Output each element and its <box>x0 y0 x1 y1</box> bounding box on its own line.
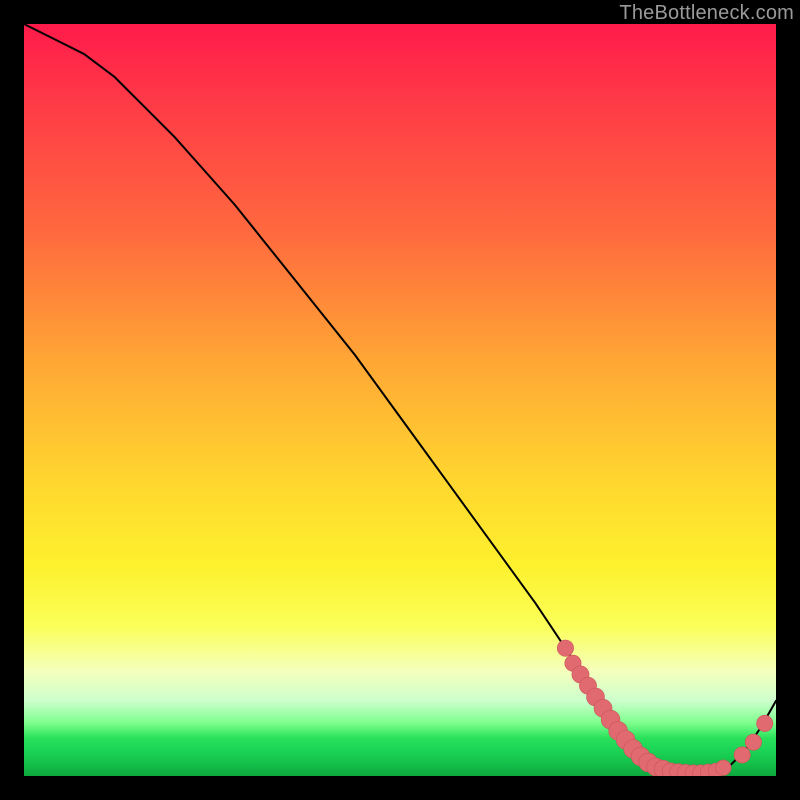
curve-marker <box>716 760 732 776</box>
attribution-label: TheBottleneck.com <box>619 2 794 25</box>
chart-stage: TheBottleneck.com <box>0 0 800 800</box>
curve-line <box>24 24 776 774</box>
curve-marker <box>757 715 773 731</box>
curve-marker <box>734 747 750 763</box>
plot-area <box>24 24 776 776</box>
curve-marker <box>557 640 573 656</box>
curve-markers <box>557 640 773 776</box>
chart-overlay <box>24 24 776 776</box>
curve-marker <box>745 734 761 750</box>
